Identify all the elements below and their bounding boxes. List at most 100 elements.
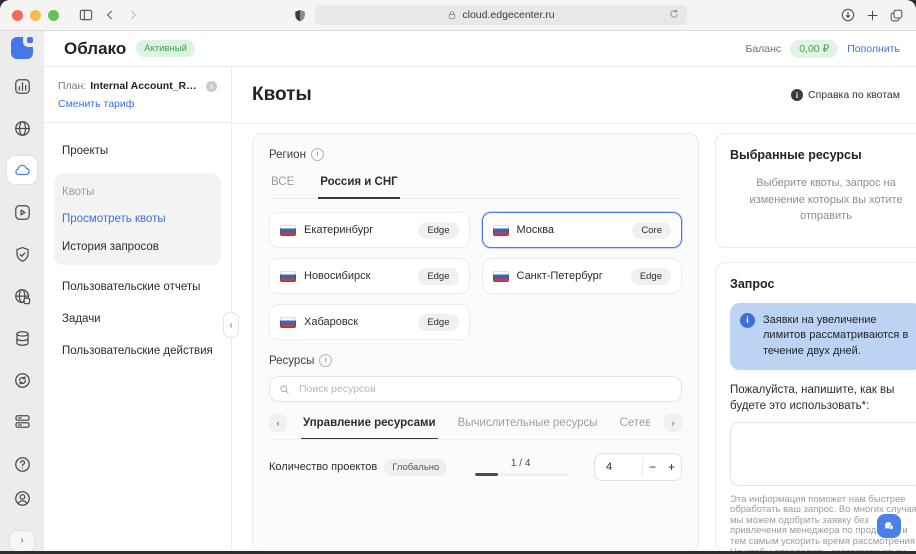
alert-info-icon: i (740, 313, 755, 328)
balance-value: 0,00 ₽ (790, 40, 838, 58)
left-panel: План: Internal Account_RUB_Cl... i Смени… (44, 67, 232, 551)
zoom-window-button[interactable] (48, 10, 59, 21)
request-card: Запрос i Заявки на увеличение лимитов ра… (715, 262, 916, 552)
plan-block: План: Internal Account_RUB_Cl... i Смени… (44, 67, 231, 123)
streaming-icon[interactable] (7, 198, 37, 226)
tab-compute-resources[interactable]: Вычислительные ресурсы (456, 413, 600, 439)
quota-name: Количество проектов (269, 461, 377, 473)
nav-item-view-quotas[interactable]: Просмотреть квоты (54, 205, 221, 233)
usage-stats-icon[interactable] (7, 73, 37, 101)
new-tab-icon[interactable] (865, 8, 880, 23)
resources-info-icon[interactable]: i (319, 354, 332, 367)
region-tile-khabarovsk[interactable]: Хабаровск Edge (269, 304, 470, 340)
search-input[interactable] (297, 382, 672, 396)
nav-item-request-history[interactable]: История запросов (54, 233, 221, 261)
region-tab-all[interactable]: ВСЕ (269, 172, 296, 198)
resource-tabs: ‹ Управление ресурсами Вычислительные ре… (269, 413, 682, 440)
region-type-badge: Edge (418, 222, 458, 239)
region-tile-moscow[interactable]: Москва Core (482, 212, 683, 248)
info-alert: i Заявки на увеличение лимитов рассматри… (730, 303, 916, 371)
edgecenter-logo[interactable] (11, 37, 33, 58)
account-icon[interactable] (7, 484, 37, 514)
status-badge: Активный (136, 40, 195, 57)
region-grid: Екатеринбург Edge Москва Core (269, 212, 682, 340)
request-title: Запрос (730, 277, 916, 291)
plan-value: Internal Account_RUB_Cl... (90, 80, 202, 92)
nav-item-user-reports[interactable]: Пользовательские отчеты (54, 271, 221, 303)
stepper-increase-button[interactable]: + (662, 454, 681, 480)
nav-item-tasks[interactable]: Задачи (54, 303, 221, 335)
request-textarea[interactable] (730, 422, 916, 486)
cdn-globe-icon[interactable] (7, 282, 37, 310)
address-bar[interactable]: cloud.edgecenter.ru (315, 5, 687, 25)
region-info-icon[interactable]: i (311, 148, 324, 161)
resource-search[interactable] (269, 376, 682, 402)
change-tariff-link[interactable]: Сменить тариф (58, 98, 217, 110)
help-icon[interactable] (7, 450, 37, 480)
app-title: Облако (64, 39, 126, 59)
region-type-badge: Core (632, 222, 671, 239)
collapse-panel-button[interactable]: ‹ (223, 312, 239, 338)
selected-resources-card: Выбранные ресурсы Выберите квоты, запрос… (715, 133, 916, 248)
topup-link[interactable]: Пополнить (847, 43, 900, 55)
region-tile-novosibirsk[interactable]: Новосибирск Edge (269, 258, 470, 294)
region-tile-petersburg[interactable]: Санкт-Петербург Edge (482, 258, 683, 294)
quotas-help-link[interactable]: i Справка по квотам (791, 89, 900, 101)
stepper-decrease-button[interactable]: − (643, 454, 662, 480)
sync-icon[interactable] (7, 366, 37, 394)
selected-resources-title: Выбранные ресурсы (730, 148, 916, 162)
region-tabs: ВСЕ Россия и СНГ (269, 172, 682, 199)
close-window-button[interactable] (12, 10, 23, 21)
tabs-scroll-left-icon[interactable]: ‹ (269, 414, 287, 432)
browser-chrome: cloud.edgecenter.ru (0, 0, 916, 31)
cloud-icon[interactable] (7, 156, 37, 184)
quota-usage: 1 / 4 (475, 458, 567, 469)
forward-icon[interactable] (126, 8, 140, 22)
nav-group-quotas: Квоты Просмотреть квоты История запросов (54, 173, 221, 265)
security-shield-icon[interactable] (7, 240, 37, 268)
expand-rail-icon[interactable]: › (9, 530, 35, 551)
tab-resource-management[interactable]: Управление ресурсами (301, 413, 438, 439)
search-icon (279, 384, 290, 395)
quota-progress: 1 / 4 (475, 458, 567, 476)
selected-resources-empty-text: Выберите квоты, запрос на изменение кото… (730, 175, 916, 233)
balance-label: Баланс (745, 43, 781, 55)
download-icon[interactable] (840, 7, 856, 23)
dns-globe-icon[interactable] (7, 114, 37, 142)
icon-rail: › (0, 31, 44, 551)
quota-scope-badge: Глобально (384, 459, 447, 476)
tab-network-services[interactable]: Сетевые сервисы (617, 413, 650, 439)
nav-group-title: Квоты (54, 177, 221, 205)
region-type-badge: Edge (631, 268, 671, 285)
russia-flag-icon (280, 271, 296, 282)
back-icon[interactable] (103, 8, 117, 22)
region-tile-ekaterinburg[interactable]: Екатеринбург Edge (269, 212, 470, 248)
request-question-label: Пожалуйста, напишите, как вы будете это … (730, 382, 916, 414)
russia-flag-icon (493, 271, 509, 282)
minimize-window-button[interactable] (30, 10, 41, 21)
tab-overview-icon[interactable] (889, 8, 904, 23)
region-label: Регион (269, 149, 306, 161)
plan-info-icon[interactable]: i (206, 81, 217, 92)
privacy-shield-icon[interactable] (293, 8, 307, 23)
stepper-input[interactable] (595, 461, 642, 473)
russia-flag-icon (280, 225, 296, 236)
url-text: cloud.edgecenter.ru (462, 9, 554, 21)
servers-icon[interactable] (7, 408, 37, 436)
quota-stepper: − + (594, 453, 682, 481)
sidebar-toggle-icon[interactable] (78, 7, 94, 23)
reload-icon[interactable] (668, 8, 680, 20)
content: Квоты i Справка по квотам Регион i (232, 67, 916, 551)
nav-item-user-actions[interactable]: Пользовательские действия (54, 335, 221, 367)
support-chat-button[interactable] (877, 514, 901, 538)
tabs-scroll-right-icon[interactable]: › (664, 414, 682, 432)
database-icon[interactable] (7, 324, 37, 352)
russia-flag-icon (280, 317, 296, 328)
lock-icon (447, 10, 457, 20)
region-tab-russia[interactable]: Россия и СНГ (318, 172, 399, 199)
quota-row: Количество проектов Глобально 1 / 4 (269, 453, 682, 481)
nav-item-projects[interactable]: Проекты (54, 135, 221, 167)
russia-flag-icon (493, 225, 509, 236)
side-nav: Проекты Квоты Просмотреть квоты История … (44, 123, 231, 379)
info-icon: i (791, 89, 803, 101)
